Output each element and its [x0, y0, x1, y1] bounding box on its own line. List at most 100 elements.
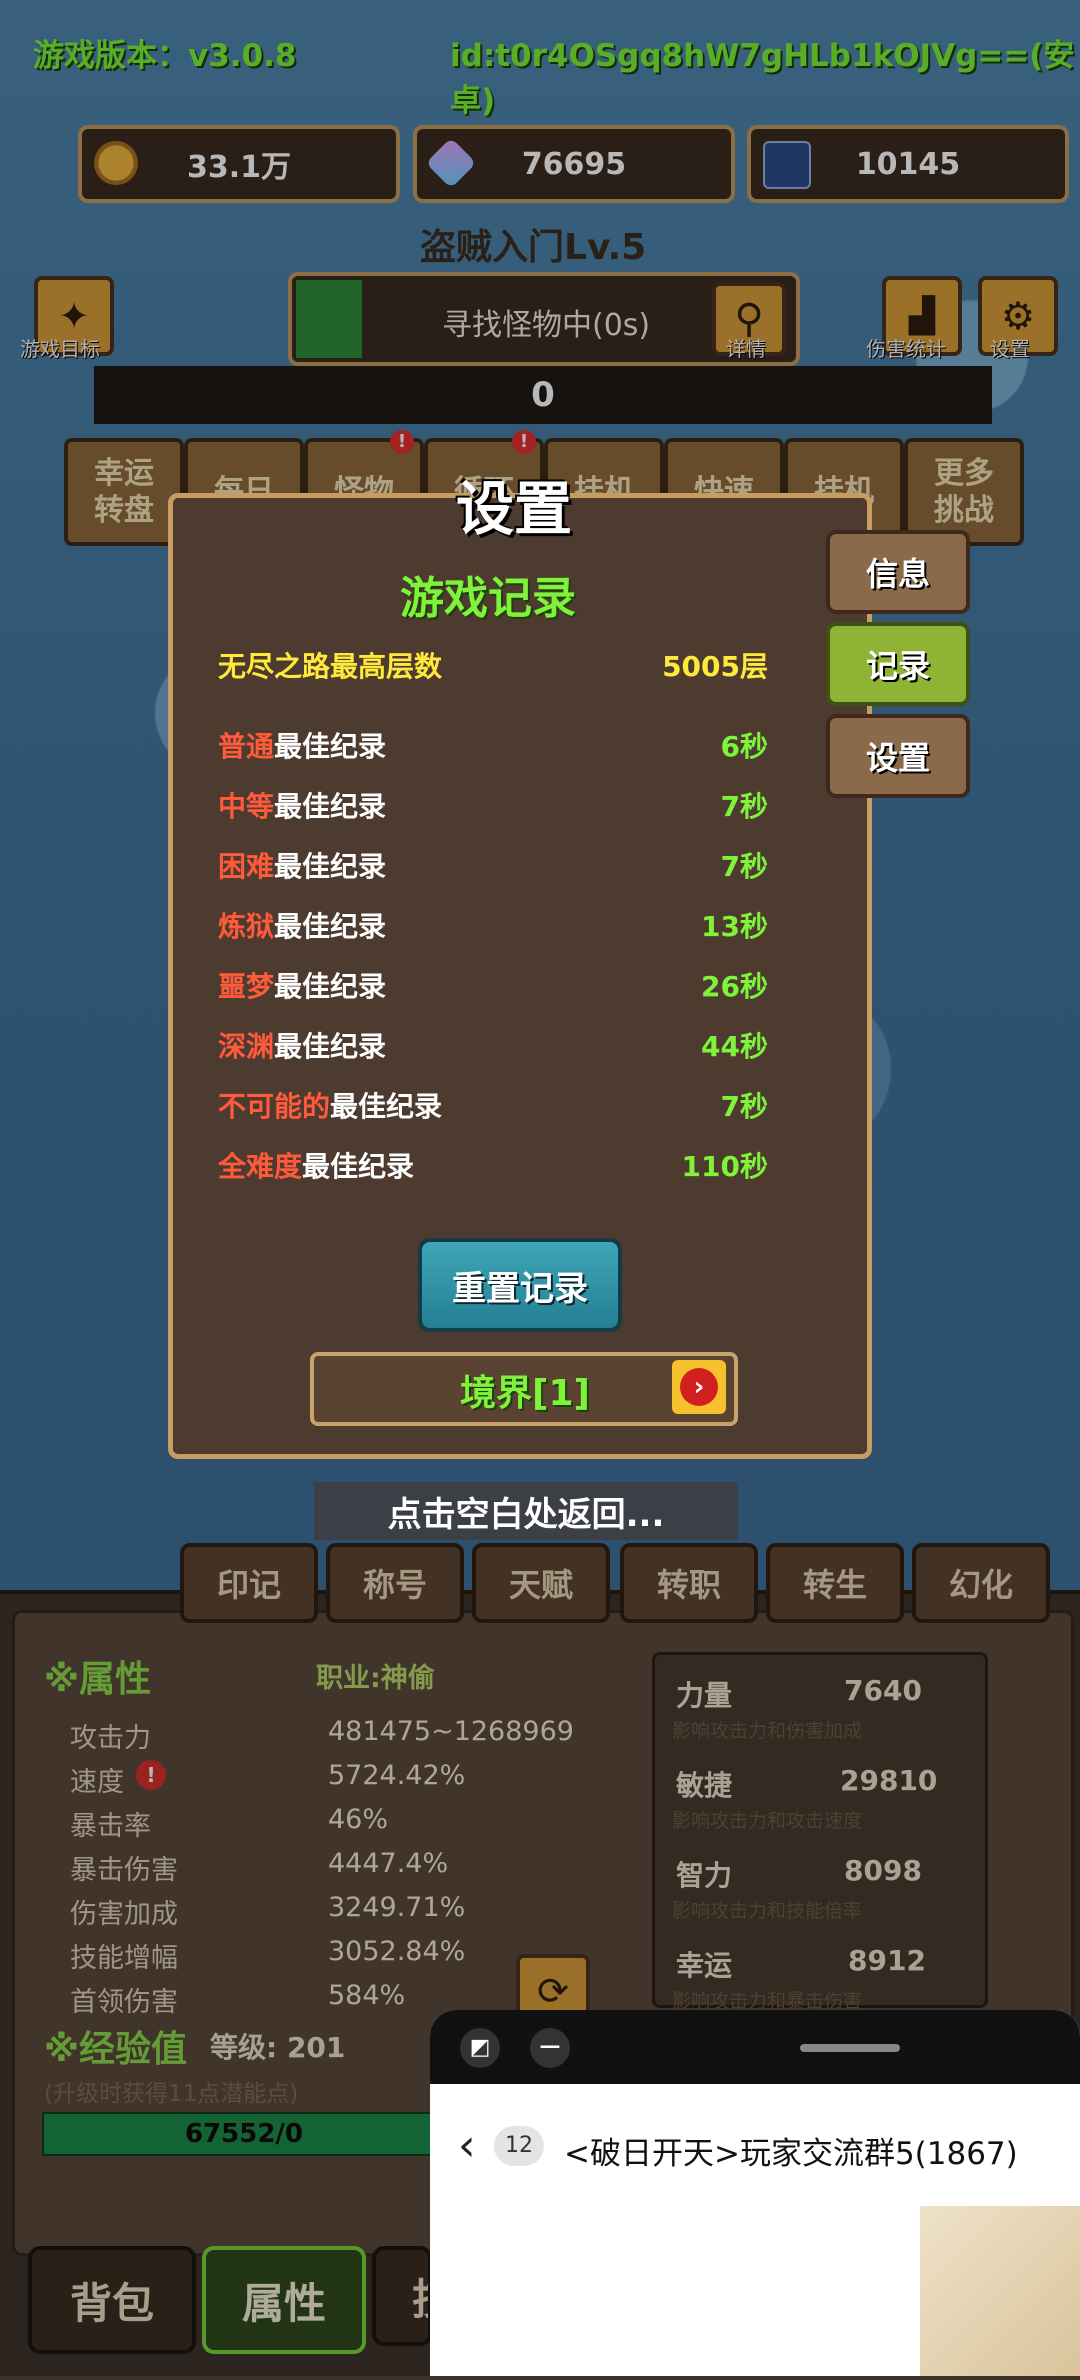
record-value: 6秒	[720, 730, 768, 763]
attr-label: 攻击力	[70, 1723, 151, 1754]
tab-rebirth[interactable]: 转生	[766, 1543, 904, 1623]
record-row: 普通最佳纪录 6秒	[218, 720, 768, 770]
crystal-counter: 76695	[413, 125, 735, 203]
tab-transform[interactable]: 幻化	[912, 1543, 1050, 1623]
tab-info[interactable]: 信息	[826, 530, 970, 614]
player-title: 盗贼入门Lv.5	[420, 227, 647, 268]
realm-button[interactable]: 境界[1] ›	[310, 1352, 738, 1426]
gold-value: 33.1万	[186, 150, 292, 185]
record-row: 全难度最佳纪录 110秒	[218, 1140, 768, 1190]
dismiss-hint[interactable]: 点击空白处返回...	[314, 1482, 738, 1540]
difficulty-label: 炼狱	[218, 910, 275, 943]
records-section-title: 游戏记录	[400, 573, 576, 624]
tab-mark[interactable]: 印记	[180, 1543, 318, 1623]
refresh-icon: ⟳	[537, 1969, 569, 2013]
difficulty-label: 全难度	[218, 1150, 303, 1183]
tab-settings[interactable]: 设置	[826, 714, 970, 798]
record-suffix: 最佳纪录	[274, 970, 387, 1003]
tab-talent[interactable]: 天赋	[472, 1543, 610, 1623]
stat-label: 敏捷	[676, 1769, 733, 1802]
stat-value: 29810	[840, 1764, 938, 1797]
monster-search-bar: 寻找怪物中(0s) ⚲	[288, 272, 800, 366]
device-id: id:t0r4OSgq8hW7gHLb1kOJVg==(安卓)	[450, 38, 1075, 119]
attr-value: 584%	[328, 1980, 406, 2011]
attr-label: 速度	[70, 1767, 124, 1798]
attr-label: 技能增幅	[70, 1943, 178, 1974]
endless-label: 无尽之路最高层数	[218, 650, 443, 683]
difficulty-label: 困难	[218, 850, 275, 883]
difficulty-label: 不可能的	[218, 1090, 331, 1123]
crystal-value: 76695	[521, 146, 627, 182]
attribute-header: ※属性	[44, 1659, 151, 1700]
bar-chart-icon: ▟	[908, 296, 936, 336]
stat-desc: 影响攻击力和暴击伤害	[672, 1990, 863, 2012]
unread-badge: 12	[494, 2126, 544, 2166]
progress-value: 0	[531, 375, 555, 415]
menu-line: 更多	[934, 455, 994, 491]
settings-label: 设置	[990, 337, 1030, 361]
star-icon: ✦	[58, 294, 90, 338]
chat-image-preview[interactable]	[920, 2206, 1080, 2376]
difficulty-label: 中等	[218, 790, 275, 823]
stat-label: 力量	[676, 1679, 733, 1712]
gear-icon: ⚙	[1000, 294, 1036, 338]
exp-hint: (升级时获得11点潜能点)	[44, 2081, 299, 2107]
card-icon	[763, 141, 811, 189]
search-progress-fill	[296, 280, 362, 358]
back-chevron-icon[interactable]: ‹	[458, 2120, 476, 2171]
floating-chat-window[interactable]: ◩ − ‹ 12 <破日开天>玩家交流群5(1867)	[430, 2010, 1080, 2376]
resize-icon[interactable]: ◩	[460, 2028, 500, 2068]
record-suffix: 最佳纪录	[302, 1150, 415, 1183]
nav-skill[interactable]: 技	[372, 2246, 432, 2346]
record-value: 7秒	[720, 1090, 768, 1123]
record-suffix: 最佳纪录	[274, 730, 387, 763]
dialog-title: 设置	[456, 475, 573, 543]
record-suffix: 最佳纪录	[274, 910, 387, 943]
attr-value: 46%	[328, 1804, 389, 1835]
tab-title[interactable]: 称号	[326, 1543, 464, 1623]
stat-desc: 影响攻击力和攻击速度	[672, 1810, 863, 1832]
level-label: 等级: 201	[210, 2031, 346, 2064]
record-suffix: 最佳纪录	[274, 1030, 387, 1063]
search-status: 寻找怪物中(0s)	[442, 308, 651, 343]
endless-value: 5005层	[662, 650, 768, 683]
realm-label: 境界[1]	[460, 1373, 590, 1414]
game-version: 游戏版本：v3.0.8	[33, 38, 297, 74]
record-row: 炼狱最佳纪录 13秒	[218, 900, 768, 950]
attr-label: 暴击伤害	[70, 1855, 178, 1886]
exp-header: ※经验值	[44, 2029, 187, 2070]
exp-bar: 67552/0	[42, 2112, 446, 2156]
detail-label: 详情	[726, 337, 766, 361]
stat-value: 8098	[844, 1854, 922, 1887]
minimize-icon[interactable]: −	[530, 2028, 570, 2068]
reset-records-button[interactable]: 重置记录	[418, 1238, 622, 1332]
alert-badge-icon: !	[390, 430, 414, 454]
lucky-wheel-button[interactable]: 幸运 转盘	[64, 438, 184, 546]
record-value: 7秒	[720, 850, 768, 883]
floating-window-toolbar: ◩ −	[430, 2010, 1080, 2084]
attr-value: 4447.4%	[328, 1848, 449, 1879]
attr-value: 3052.84%	[328, 1936, 466, 1967]
record-value: 26秒	[701, 970, 768, 1003]
record-suffix: 最佳纪录	[274, 790, 387, 823]
nav-attributes[interactable]: 属性	[202, 2246, 366, 2354]
drag-handle[interactable]	[800, 2044, 900, 2052]
game-goal-label: 游戏目标	[20, 337, 100, 361]
record-value: 7秒	[720, 790, 768, 823]
difficulty-label: 深渊	[218, 1030, 275, 1063]
record-suffix: 最佳纪录	[330, 1090, 443, 1123]
nav-bag[interactable]: 背包	[28, 2246, 196, 2354]
card-value: 10145	[855, 146, 961, 182]
difficulty-label: 普通	[218, 730, 275, 763]
tab-job-change[interactable]: 转职	[620, 1543, 758, 1623]
record-suffix: 最佳纪录	[274, 850, 387, 883]
stat-desc: 影响攻击力和伤害加成	[672, 1720, 863, 1742]
crystal-icon	[425, 137, 477, 189]
stat-value: 8912	[848, 1944, 926, 1977]
damage-stats-label: 伤害统计	[866, 337, 946, 361]
alert-badge-icon[interactable]: !	[136, 1760, 166, 1790]
menu-line: 转盘	[94, 493, 154, 528]
chat-title: <破日开天>玩家交流群5(1867)	[564, 2136, 1018, 2172]
alert-badge-icon: !	[512, 430, 536, 454]
tab-records[interactable]: 记录	[826, 622, 970, 706]
